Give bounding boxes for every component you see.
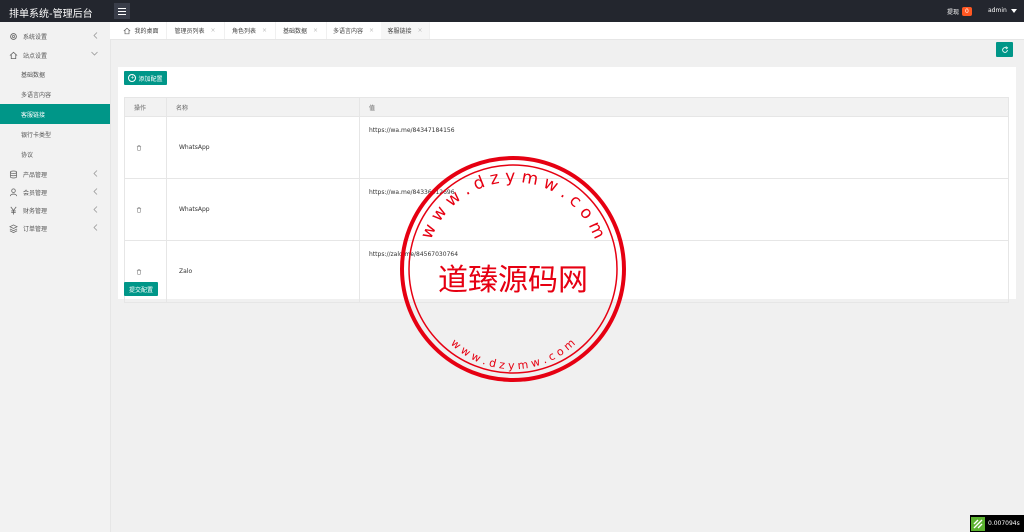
withdraw-label: 提现 xyxy=(947,9,960,16)
column-header-action: 操作 xyxy=(124,97,167,117)
table-row: WhatsApp https://wa.me/84336412696 xyxy=(124,178,1009,241)
timer-value: 0.007094s xyxy=(988,520,1020,527)
home-icon xyxy=(124,27,131,34)
add-circle-icon: + xyxy=(128,74,137,82)
sidebar-item-label: 会员管理 xyxy=(23,189,48,197)
sidebar-item-finance-management[interactable]: 财务管理 xyxy=(0,201,110,219)
username: admin xyxy=(988,7,1007,14)
row-value-cell[interactable]: https://zalo.me/84567030764 xyxy=(359,240,1009,303)
sidebar-subitem-service-links[interactable]: 客服链接 xyxy=(0,104,110,124)
sidebar-subitem-label: 多语言内容 xyxy=(21,91,52,99)
trash-icon[interactable] xyxy=(134,205,144,215)
withdraw-notice[interactable]: 提现 0 xyxy=(947,7,972,16)
sidebar-subitem-basic-data[interactable]: 基础数据 xyxy=(0,64,110,84)
tab-basic-data[interactable]: 基础数据 × xyxy=(275,22,327,39)
tab-label: 角色列表 xyxy=(231,28,256,35)
row-name-cell[interactable]: WhatsApp xyxy=(166,178,360,241)
close-icon[interactable]: × xyxy=(417,27,422,34)
tab-label: 基础数据 xyxy=(282,28,307,35)
row-action-cell xyxy=(124,178,167,241)
app-title: 排单系统-管理后台 xyxy=(9,9,93,20)
tab-label: 我的桌面 xyxy=(134,28,159,35)
sidebar-item-label: 订单管理 xyxy=(23,225,48,233)
row-value-cell[interactable]: https://wa.me/84347184156 xyxy=(359,116,1009,179)
tab-admin-list[interactable]: 管理员列表 × xyxy=(166,22,225,39)
column-header-value: 值 xyxy=(359,97,1009,117)
tab-label: 管理员列表 xyxy=(174,28,205,35)
add-config-label: 添加配置 xyxy=(138,75,163,83)
column-header-name: 名称 xyxy=(166,97,360,117)
user-menu[interactable]: admin xyxy=(988,7,1017,14)
sidebar-item-order-management[interactable]: 订单管理 xyxy=(0,219,110,237)
add-config-button[interactable]: + 添加配置 xyxy=(124,71,167,85)
sidebar-item-site-settings[interactable]: 站点设置 xyxy=(0,46,110,64)
sidebar-subitem-agreement[interactable]: 协议 xyxy=(0,144,110,164)
row-name-cell[interactable]: WhatsApp xyxy=(166,116,360,179)
config-table: 操作 名称 值 WhatsApp https://wa.me/843471841… xyxy=(124,97,1009,303)
sidebar-subitem-multilang[interactable]: 多语言内容 xyxy=(0,84,110,104)
debug-timer: 0.007094s xyxy=(970,515,1024,532)
sidebar-item-label: 系统设置 xyxy=(23,33,48,41)
table-row: WhatsApp https://wa.me/84347184156 xyxy=(124,116,1009,179)
chevron-down-icon xyxy=(91,51,98,58)
sidebar-item-label: 站点设置 xyxy=(23,52,48,60)
sidebar-item-member-management[interactable]: 会员管理 xyxy=(0,183,110,201)
menu-toggle-button[interactable] xyxy=(114,3,130,19)
tab-role-list[interactable]: 角色列表 × xyxy=(224,22,276,39)
chevron-left-icon xyxy=(93,188,98,197)
sidebar: 系统设置 站点设置 基础数据 多语言内容 客服链接 银行卡类型 协议 产品管理 … xyxy=(0,22,111,532)
row-action-cell xyxy=(124,116,167,179)
tab-label: 多语言内容 xyxy=(332,28,363,35)
home-icon xyxy=(8,50,18,60)
top-header: 排单系统-管理后台 提现 0 admin xyxy=(0,0,1024,22)
sidebar-item-label: 产品管理 xyxy=(23,171,48,179)
sidebar-subitem-label: 银行卡类型 xyxy=(21,131,52,139)
trash-icon[interactable] xyxy=(134,267,144,277)
close-icon[interactable]: × xyxy=(313,27,318,34)
refresh-icon xyxy=(1001,45,1008,53)
close-icon[interactable]: × xyxy=(210,27,215,34)
submit-config-button[interactable]: 提交配置 xyxy=(124,282,158,296)
stack-icon xyxy=(8,223,18,233)
tab-service-links[interactable]: 客服链接 × xyxy=(381,22,430,39)
withdraw-count-badge: 0 xyxy=(962,7,972,16)
sidebar-subitem-label: 客服链接 xyxy=(21,111,46,119)
sidebar-subitem-bank-card-type[interactable]: 银行卡类型 xyxy=(0,124,110,144)
chevron-left-icon xyxy=(93,32,98,41)
tab-my-desktop[interactable]: 我的桌面 xyxy=(116,22,167,39)
row-name-cell[interactable]: Zalo xyxy=(166,240,360,303)
table-header-row: 操作 名称 值 xyxy=(124,97,1009,117)
tab-label: 客服链接 xyxy=(387,28,412,35)
app-logo-icon xyxy=(971,516,985,531)
row-value-cell[interactable]: https://wa.me/84336412696 xyxy=(359,178,1009,241)
menu-icon xyxy=(118,7,126,15)
sidebar-item-label: 财务管理 xyxy=(23,207,48,215)
sidebar-item-system-settings[interactable]: 系统设置 xyxy=(0,27,110,45)
stamp-ring-text-bottom: w w w . d z y m w . c o m xyxy=(448,336,577,372)
caret-down-icon xyxy=(1010,8,1017,13)
close-icon[interactable]: × xyxy=(369,27,374,34)
user-icon xyxy=(8,187,18,197)
close-icon[interactable]: × xyxy=(262,27,267,34)
gear-icon xyxy=(8,31,18,41)
chevron-left-icon xyxy=(93,170,98,179)
table-row: Zalo https://zalo.me/84567030764 xyxy=(124,240,1009,303)
database-icon xyxy=(8,169,18,179)
refresh-button[interactable] xyxy=(996,42,1013,57)
yen-icon xyxy=(8,205,18,215)
tab-bar: 我的桌面 管理员列表 × 角色列表 × 基础数据 × 多语言内容 × 客服链接 … xyxy=(110,22,1024,40)
trash-icon[interactable] xyxy=(134,143,144,153)
tab-multilang[interactable]: 多语言内容 × xyxy=(326,22,382,39)
sidebar-subitem-label: 协议 xyxy=(21,151,34,159)
sidebar-item-product-management[interactable]: 产品管理 xyxy=(0,165,110,183)
chevron-left-icon xyxy=(93,206,98,215)
chevron-left-icon xyxy=(93,224,98,233)
submit-config-label: 提交配置 xyxy=(128,286,153,294)
sidebar-subitem-label: 基础数据 xyxy=(21,71,46,79)
